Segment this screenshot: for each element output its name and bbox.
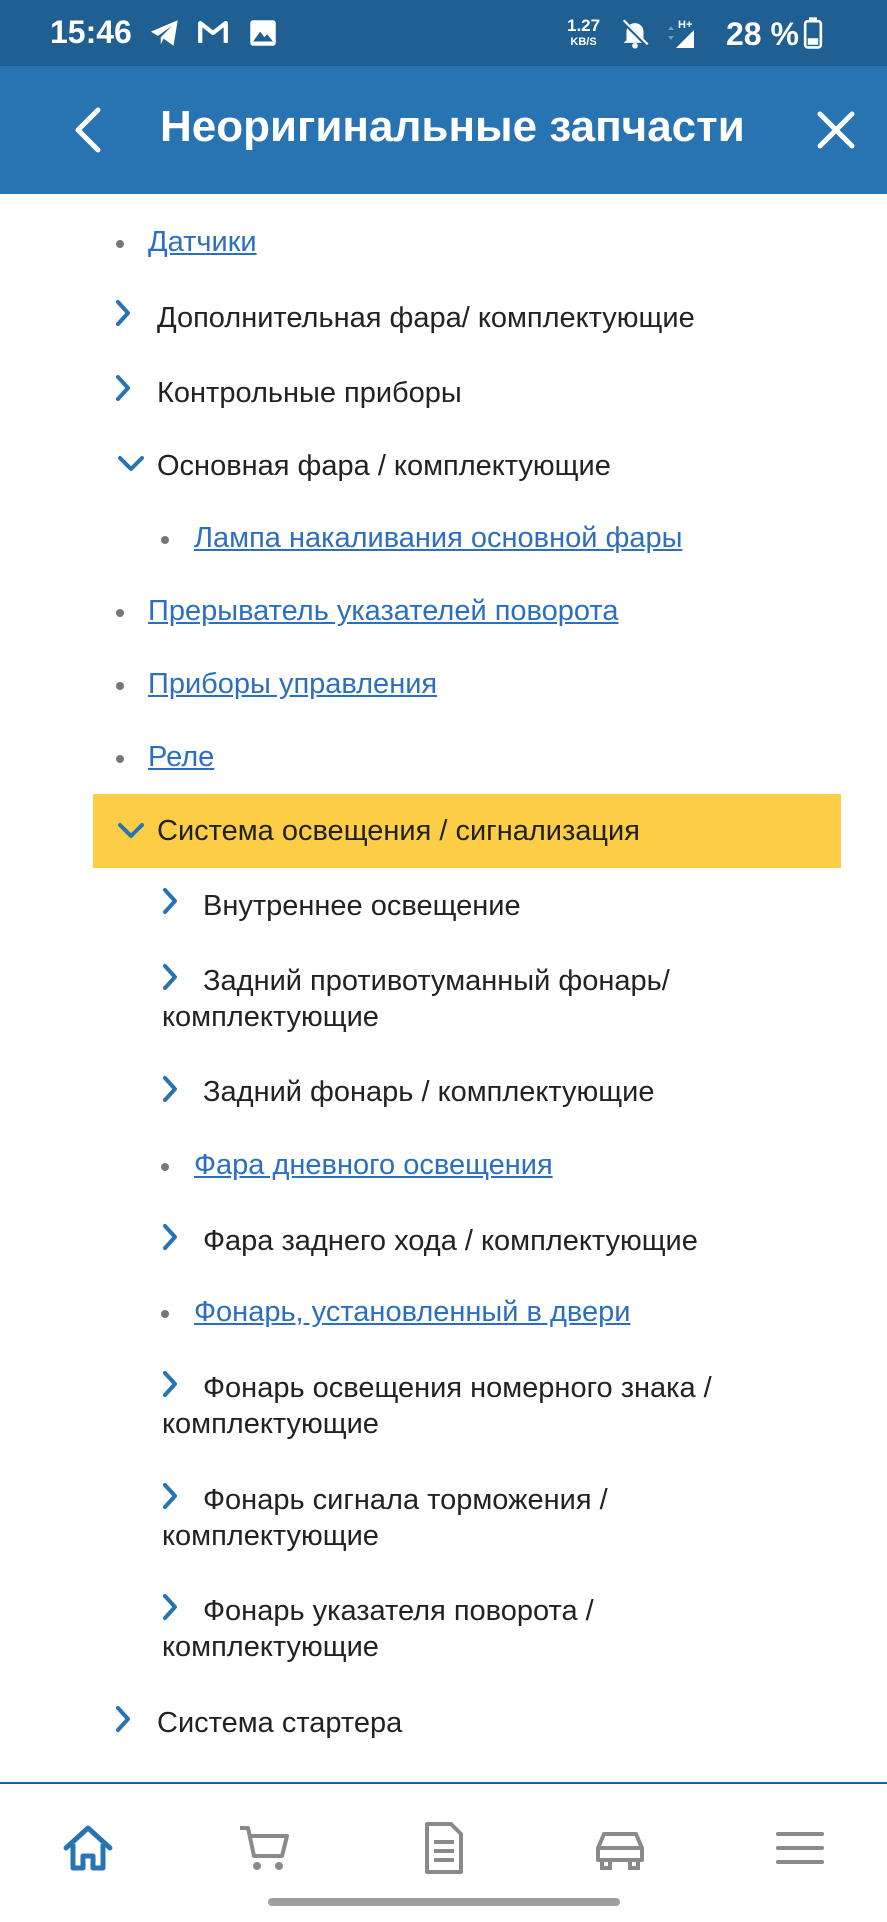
list-item-category[interactable]: Задний противотуманный фонарь/ комплекту… xyxy=(162,963,802,1035)
signal-icon: H+ xyxy=(668,19,694,48)
net-speed: 1.27 KB/S xyxy=(567,16,601,48)
chevron-right-icon[interactable] xyxy=(110,373,136,403)
chevron-right-icon[interactable] xyxy=(110,1704,136,1734)
chevron-right-icon[interactable] xyxy=(157,1074,183,1104)
cart-icon[interactable] xyxy=(236,1820,292,1876)
bullet xyxy=(116,682,124,690)
list-item-category[interactable]: Фонарь указателя поворота / комплектующи… xyxy=(162,1593,762,1665)
gallery-icon xyxy=(250,20,276,46)
chevron-down-icon[interactable] xyxy=(115,451,147,477)
document-icon[interactable] xyxy=(415,1820,471,1876)
bullet xyxy=(116,240,124,248)
chevron-down-icon[interactable] xyxy=(115,818,147,844)
menu-icon[interactable] xyxy=(772,1820,828,1876)
list-item-category[interactable]: Фонарь освещения номерного знака / компл… xyxy=(162,1370,822,1442)
bullet xyxy=(161,1310,169,1318)
back-arrow-icon[interactable] xyxy=(60,98,120,162)
bell-off-icon xyxy=(620,18,650,49)
close-icon[interactable] xyxy=(812,106,860,154)
gmail-icon xyxy=(198,20,228,43)
list-item-category[interactable]: Фонарь сигнала торможения / комплектующи… xyxy=(162,1482,782,1554)
bullet xyxy=(161,1163,169,1171)
battery-icon xyxy=(803,17,823,49)
bullet xyxy=(116,609,124,617)
status-time: 15:46 xyxy=(50,14,132,50)
bullet xyxy=(116,755,124,763)
svg-text:H+: H+ xyxy=(678,19,692,31)
bullet xyxy=(161,536,169,544)
chevron-right-icon[interactable] xyxy=(157,886,183,916)
gesture-bar[interactable] xyxy=(268,1898,620,1906)
car-icon[interactable] xyxy=(592,1820,648,1876)
battery-percent: 28 % xyxy=(726,16,799,52)
chevron-right-icon[interactable] xyxy=(157,1222,183,1252)
app-header: Неоригинальные запчасти xyxy=(0,66,887,194)
chevron-right-icon[interactable] xyxy=(110,298,136,328)
page-title: Неоригинальные запчасти xyxy=(160,102,745,151)
telegram-icon xyxy=(150,20,178,46)
status-bar: 15:46 1.27 KB/S H+ 28 % xyxy=(0,0,887,66)
home-icon[interactable] xyxy=(60,1820,116,1876)
